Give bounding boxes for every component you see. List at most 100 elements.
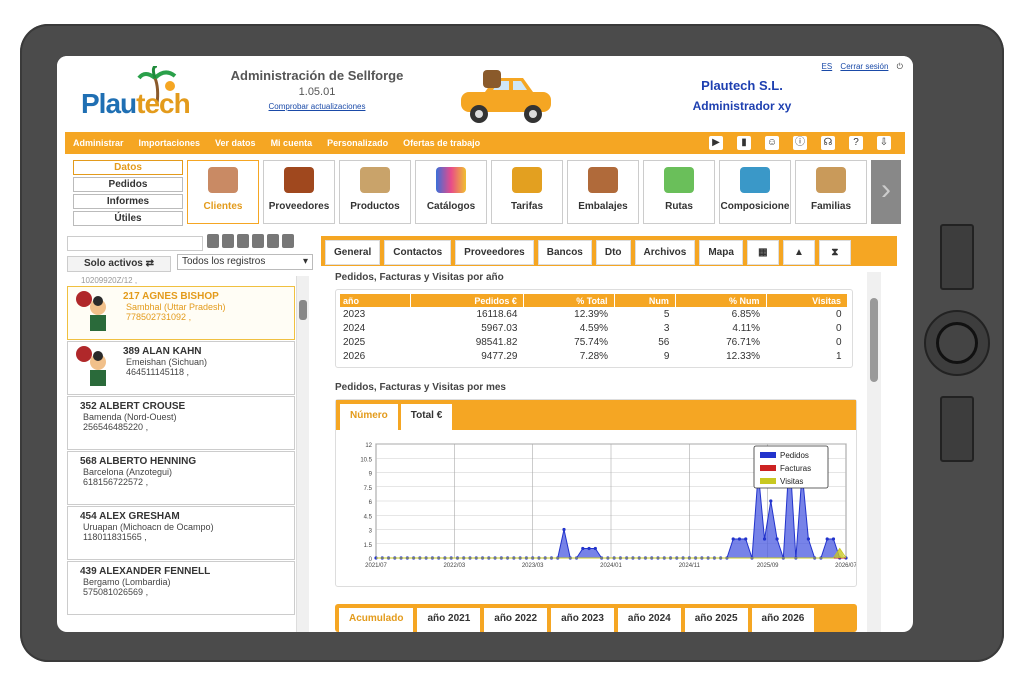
tile-clientes[interactable]: Clientes [187, 160, 259, 224]
left-nav: Datos Pedidos Informes Útiles [73, 160, 183, 228]
swap-icon: ⇄ [145, 258, 155, 269]
menu-ver-datos[interactable]: Ver datos [215, 138, 256, 148]
detail-content: Pedidos, Facturas y Visitas por año año … [335, 272, 865, 632]
chart-tab-total[interactable]: Total € [400, 404, 453, 430]
tab-calendar[interactable]: ▦ [746, 240, 779, 265]
menu-mi-cuenta[interactable]: Mi cuenta [271, 138, 313, 148]
card-icon[interactable] [252, 234, 264, 248]
data-point [587, 546, 591, 551]
menu-personalizado[interactable]: Personalizado [327, 138, 388, 148]
phone-icon[interactable]: ▮ [737, 136, 751, 150]
menu-ofertas[interactable]: Ofertas de trabajo [403, 138, 480, 148]
tab-archivos[interactable]: Archivos [634, 240, 696, 265]
nav-pedidos[interactable]: Pedidos [73, 177, 183, 192]
col-year: año [340, 294, 412, 307]
search-input[interactable] [67, 236, 203, 251]
tab-general[interactable]: General [325, 240, 381, 265]
year-tab-2026[interactable]: año 2026 [751, 608, 815, 632]
support-icon[interactable]: ☊ [821, 136, 835, 150]
nav-datos[interactable]: Datos [73, 160, 183, 175]
tile-embalajes[interactable]: Embalajes [567, 160, 639, 224]
logo-text-a: Plau [81, 88, 137, 119]
tab-bancos[interactable]: Bancos [537, 240, 592, 265]
x-tick-label: 2023/03 [522, 563, 544, 569]
hardware-button-bottom [940, 396, 974, 462]
tab-stats[interactable]: ▲ [782, 240, 815, 265]
tile-proveedores[interactable]: Proveedores [263, 160, 335, 224]
detail-scroll-thumb[interactable] [870, 298, 878, 382]
x-tick-label: 2021/07 [365, 563, 387, 569]
tile-rutas[interactable]: Rutas [643, 160, 715, 224]
video-icon[interactable]: ▶ [709, 136, 723, 150]
print-icon[interactable] [267, 234, 279, 248]
legend-swatch [760, 452, 776, 458]
chevron-right-icon: › [881, 173, 891, 206]
tiles-next-button[interactable]: › [871, 160, 901, 224]
data-point [769, 499, 773, 503]
year-table: año Pedidos € % Total Num % Num Visitas … [335, 289, 853, 368]
nav-utiles[interactable]: Útiles [73, 211, 183, 226]
plautech-logo[interactable]: Plautech [71, 66, 201, 122]
route-icon [664, 167, 694, 193]
year-tab-acumulado[interactable]: Acumulado [339, 608, 414, 632]
y-tick-label: 9 [369, 472, 373, 478]
tab-proveedores[interactable]: Proveedores [455, 240, 534, 265]
tile-productos[interactable]: Productos [339, 160, 411, 224]
search-icon[interactable] [207, 234, 219, 248]
data-point [744, 537, 748, 541]
tile-tarifas[interactable]: Tarifas [491, 160, 563, 224]
tab-mapa[interactable]: Mapa [699, 240, 743, 265]
data-point [806, 537, 810, 541]
list-item[interactable]: 439 ALEXANDER FENNELL Bergamo (Lombardia… [67, 561, 295, 615]
info-icon[interactable]: ⓘ [793, 136, 807, 150]
year-tab-2025[interactable]: año 2025 [684, 608, 748, 632]
nav-informes[interactable]: Informes [73, 194, 183, 209]
hourglass-icon: ⧗ [831, 247, 839, 258]
tab-dto[interactable]: Dto [595, 240, 631, 265]
coins-icon [512, 167, 542, 193]
info-icon[interactable] [282, 234, 294, 248]
menu-administrar[interactable]: Administrar [73, 138, 124, 148]
year-tab-2022[interactable]: año 2022 [484, 608, 548, 632]
table-row: 2023 16118.64 12.39% 5 6.85% 0 [343, 308, 842, 320]
col-visitas: Visitas [766, 294, 849, 307]
tile-familias[interactable]: Familias [795, 160, 867, 224]
section-year-title: Pedidos, Facturas y Visitas por año [335, 272, 504, 283]
list-icon[interactable] [222, 234, 234, 248]
legend-swatch [760, 478, 776, 484]
solo-activos-button[interactable]: Solo activos ⇄ [67, 256, 171, 272]
list-item[interactable]: 389 ALAN KAHN Emeishan (Sichuan) 4645111… [67, 341, 295, 395]
data-point [831, 537, 836, 541]
list-scrollbar[interactable] [297, 276, 309, 632]
year-tab-2023[interactable]: año 2023 [551, 608, 614, 632]
list-item[interactable]: 454 ALEX GRESHAM Uruapan (Michoacn de Oc… [67, 506, 295, 560]
tab-contactos[interactable]: Contactos [384, 240, 452, 265]
sort-icon[interactable] [237, 234, 249, 248]
records-select[interactable]: Todos los registros ▾ [177, 254, 313, 270]
tile-composiciones[interactable]: Composicione [719, 160, 791, 224]
list-scroll-thumb[interactable] [299, 300, 307, 320]
avatar [76, 346, 106, 386]
tile-catalogos[interactable]: Catálogos [415, 160, 487, 224]
menu-importaciones[interactable]: Importaciones [139, 138, 201, 148]
tab-history[interactable]: ⧗ [818, 240, 851, 265]
screen: Plautech Administración de Sellforge 1.0… [57, 56, 913, 632]
language-link[interactable]: ES [822, 62, 833, 71]
chart-tab-numero[interactable]: Número [340, 404, 398, 430]
export-icon[interactable]: ⇩ [877, 136, 891, 150]
check-updates-link[interactable]: Comprobar actualizaciones [269, 102, 366, 111]
data-point [775, 537, 779, 541]
year-tab-2024[interactable]: año 2024 [617, 608, 681, 632]
x-tick-label: 2025/09 [757, 563, 779, 569]
data-point [562, 527, 566, 532]
help-icon[interactable]: ? [849, 136, 863, 150]
list-item[interactable]: 217 AGNES BISHOP Sambhal (Uttar Pradesh)… [67, 286, 295, 340]
data-point [762, 537, 767, 541]
power-icon[interactable]: ⏻ [897, 62, 903, 71]
year-tab-2021[interactable]: año 2021 [417, 608, 481, 632]
chat-icon[interactable]: ☺ [765, 136, 779, 150]
list-item[interactable]: 352 ALBERT CROUSE Bamenda (Nord-Ouest) 2… [67, 396, 295, 450]
detail-scrollbar[interactable] [867, 272, 881, 632]
logout-link[interactable]: Cerrar sesión [840, 62, 888, 71]
list-item[interactable]: 568 ALBERTO HENNING Barcelona (Anzotegui… [67, 451, 295, 505]
